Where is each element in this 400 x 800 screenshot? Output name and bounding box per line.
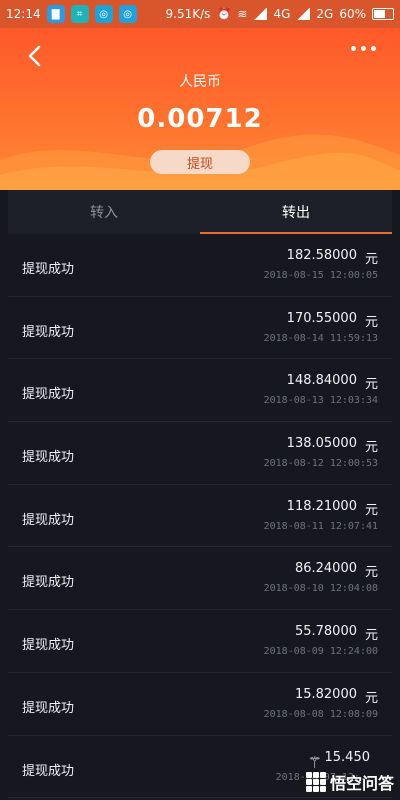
battery-percent: 60%	[339, 7, 366, 21]
transaction-title: 提现成功	[22, 575, 75, 591]
transaction-unit: 元	[364, 440, 378, 456]
tab-bar: 转入 转出	[8, 190, 392, 234]
transaction-unit: 元	[364, 690, 378, 706]
transaction-row[interactable]: 提现成功 86.24000 元 2018-08-10 12:04:08	[8, 547, 392, 611]
tab-transfer-out[interactable]: 转出	[200, 190, 392, 234]
transaction-unit: 元	[364, 377, 378, 393]
transaction-amount-group: 138.05000 元	[287, 436, 378, 455]
transaction-amount-group: 15.450	[325, 750, 379, 765]
more-button[interactable]	[351, 46, 376, 51]
transaction-amount-group: 148.84000 元	[287, 373, 378, 392]
signal-2g-label: 2G	[316, 7, 334, 21]
status-bar: 12:14 ▇ ⌗ ◎ ◎ 9.51K/s ⏰ ≋ 4G 2G 60%	[0, 0, 400, 28]
transaction-amount-group: 86.24000 元	[295, 561, 378, 580]
signal-4g-label: 4G	[273, 7, 291, 21]
watermark-text: 悟空问答	[329, 774, 394, 793]
transaction-amount: 86.24000	[294, 561, 357, 577]
transaction-unit: 元	[364, 565, 378, 581]
chevron-left-icon	[28, 45, 41, 67]
transaction-unit: 元	[364, 628, 378, 644]
transaction-amount-group: 170.55000 元	[287, 311, 378, 330]
alarm-icon: ⏰	[216, 7, 232, 21]
transaction-title: 提现成功	[22, 450, 75, 466]
transaction-amount-group: 55.78000 元	[295, 624, 378, 643]
transaction-title: 提现成功	[22, 387, 75, 403]
transaction-time: 2018-08-12 12:00:53	[263, 458, 378, 470]
battery-icon	[372, 8, 394, 20]
transaction-title: 提现成功	[22, 763, 75, 779]
transaction-amount: 182.58000	[286, 248, 357, 263]
more-dot-icon	[371, 46, 376, 51]
currency-label: 人民币	[179, 74, 221, 90]
transaction-title: 提现成功	[22, 700, 75, 716]
transaction-amount: 118.21000	[286, 498, 357, 514]
transaction-amount: 15.82000	[294, 686, 357, 702]
transaction-row[interactable]: 提现成功 15.82000 元 2018-08-08 12:08:09	[8, 672, 392, 736]
back-button[interactable]	[20, 42, 48, 70]
transaction-title: 提现成功	[22, 262, 75, 277]
transaction-amount: 55.78000	[294, 624, 357, 640]
transaction-row[interactable]: 提现成功 170.55000 元 2018-08-14 11:59:13	[8, 296, 392, 360]
transaction-time: 2018-08-08 12:08:09	[263, 708, 378, 720]
tab-transfer-in[interactable]: 转入	[8, 190, 200, 234]
balance-header: 人民币 0.00712 提现	[0, 28, 400, 190]
signal-icon	[296, 8, 311, 20]
transaction-time: 2018-08-11 12:07:41	[263, 520, 378, 532]
transaction-row[interactable]: 提现成功 118.21000 元 2018-08-11 12:07:41	[8, 484, 392, 548]
folder-icon: ▇	[46, 5, 65, 23]
app-icon: ◎	[94, 5, 113, 23]
more-dot-icon	[351, 46, 356, 51]
transaction-time: 2018-08-13 12:03:34	[263, 395, 378, 407]
transaction-amount: 15.450	[324, 749, 371, 765]
transaction-time: 2018-08-10 12:04:08	[263, 583, 378, 595]
transaction-title: 提现成功	[22, 638, 75, 654]
transaction-unit: 元	[364, 502, 378, 518]
app-icon: ◎	[118, 5, 137, 23]
transaction-time: 2018-08-15 12:00:05	[263, 270, 378, 281]
network-speed: 9.51K/s	[165, 7, 211, 21]
signal-icon	[253, 8, 268, 20]
transaction-list: 提现成功 182.58000 元 2018-08-15 12:00:05 提现成功 170…	[8, 234, 392, 799]
more-dot-icon	[361, 46, 366, 51]
transaction-time: 2018-08-09 12:24:00	[263, 646, 378, 658]
transaction-amount-group: 118.21000 元	[287, 499, 378, 518]
grid-logo-icon	[305, 772, 326, 792]
watermark: 悟空问答	[305, 770, 394, 794]
transaction-row[interactable]: 提现成功 55.78000 元 2018-08-09 12:24:00	[8, 610, 392, 673]
transaction-row[interactable]: 提现成功 138.05000 元 2018-08-12 12:00:53	[8, 422, 392, 485]
status-time: 12:14	[6, 7, 41, 21]
transaction-title: 提现成功	[22, 324, 75, 340]
transaction-amount-group: 182.58000 元	[287, 248, 378, 267]
transaction-title: 提现成功	[22, 512, 75, 528]
transaction-amount: 148.84000	[286, 373, 357, 389]
transaction-amount-group: 15.82000 元	[295, 687, 378, 706]
wifi-icon: ≋	[237, 7, 248, 21]
balance-amount: 0.00712	[137, 104, 263, 134]
transaction-row[interactable]: 提现成功 182.58000 元 2018-08-15 12:00:05	[8, 234, 392, 297]
transaction-time: 2018-08-14 11:59:13	[263, 332, 378, 344]
scan-icon: ⌗	[70, 5, 89, 23]
withdraw-button[interactable]: 提现	[150, 150, 250, 174]
transaction-amount: 138.05000	[286, 436, 357, 452]
transaction-row[interactable]: 提现成功 148.84000 元 2018-08-13 12:03:34	[8, 359, 392, 423]
transaction-unit: 元	[364, 252, 378, 267]
transaction-amount: 170.55000	[286, 310, 357, 326]
transaction-unit: 元	[364, 314, 378, 330]
